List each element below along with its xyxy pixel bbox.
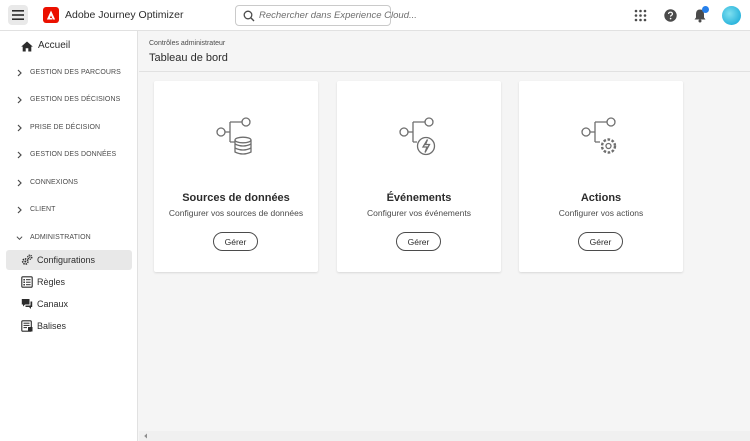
horizontal-scrollbar[interactable]: [139, 431, 750, 441]
sidebar-item-channels[interactable]: Canaux: [6, 294, 132, 314]
events-icon: [399, 117, 436, 156]
notification-badge: [702, 6, 709, 13]
sidebar-section-journeys[interactable]: GESTION DES PARCOURS: [0, 65, 138, 81]
card-actions: Actions Configurer vos actions Gérer: [519, 81, 683, 272]
manage-button[interactable]: Gérer: [396, 232, 441, 251]
card-title: Événements: [386, 192, 452, 204]
chevron-down-icon: [16, 236, 23, 241]
menu-button[interactable]: [8, 5, 28, 25]
card-events: Événements Configurer vos événements Gér…: [337, 81, 501, 272]
search-input[interactable]: Rechercher dans Experience Cloud...: [235, 5, 417, 26]
sidebar-section-label: CLIENT: [30, 206, 56, 213]
manage-button[interactable]: Gérer: [213, 232, 258, 251]
gears-icon: [21, 254, 33, 265]
sidebar-section-label: GESTION DES DONNÉES: [30, 151, 117, 158]
channels-icon: [21, 299, 33, 309]
card-title: Actions: [580, 192, 622, 204]
sidebar-section-label: GESTION DES DÉCISIONS: [30, 96, 121, 103]
card-description: Configurer vos sources de données: [168, 208, 304, 218]
sidebar-item-label: Règles: [37, 277, 66, 287]
sidebar: Accueil GESTION DES PARCOURS GESTION DES…: [0, 31, 138, 441]
tags-list-icon: [21, 320, 33, 332]
sidebar-section-connections[interactable]: CONNEXIONS: [0, 175, 138, 191]
chevron-right-icon: [17, 96, 22, 104]
chevron-right-icon: [17, 69, 22, 77]
avatar[interactable]: [722, 6, 741, 25]
sidebar-item-label: Canaux: [37, 299, 69, 309]
chevron-left-icon[interactable]: [143, 433, 149, 439]
sidebar-section-administration[interactable]: ADMINISTRATION: [0, 230, 138, 246]
sidebar-section-client[interactable]: CLIENT: [0, 202, 138, 218]
search-placeholder: Rechercher dans Experience Cloud...: [259, 10, 417, 21]
sidebar-item-rules[interactable]: Règles: [6, 272, 132, 292]
sidebar-item-label: Balises: [37, 321, 67, 331]
apps-grid-icon[interactable]: [634, 9, 647, 22]
app-title[interactable]: Adobe Journey Optimizer: [65, 9, 183, 21]
manage-button[interactable]: Gérer: [578, 232, 623, 251]
sidebar-section-label: CONNEXIONS: [30, 179, 79, 186]
card-data-sources: Sources de données Configurer vos source…: [154, 81, 318, 272]
sidebar-item-home[interactable]: Accueil: [0, 38, 138, 56]
menu-icon: [12, 10, 24, 20]
sidebar-item-configurations[interactable]: Configurations: [6, 250, 132, 270]
chevron-right-icon: [17, 151, 22, 159]
sidebar-section-data-management[interactable]: GESTION DES DONNÉES: [0, 147, 138, 163]
sidebar-section-label: ADMINISTRATION: [30, 234, 91, 241]
home-icon: [21, 41, 33, 52]
chevron-right-icon: [17, 206, 22, 214]
sidebar-section-label: PRISE DE DÉCISION: [30, 124, 101, 131]
divider: [139, 71, 750, 72]
card-description: Configurer vos événements: [367, 208, 471, 218]
search-icon: [243, 10, 255, 22]
sidebar-section-decisioning[interactable]: PRISE DE DÉCISION: [0, 120, 138, 136]
sidebar-item-label: Accueil: [38, 40, 71, 51]
sidebar-item-label: Configurations: [37, 255, 96, 265]
card-title: Sources de données: [182, 192, 290, 204]
chevron-right-icon: [17, 124, 22, 132]
data-sources-icon: [216, 117, 252, 155]
sidebar-section-label: GESTION DES PARCOURS: [30, 69, 121, 76]
rules-list-icon: [21, 276, 33, 288]
help-icon[interactable]: [664, 9, 677, 22]
chevron-right-icon: [17, 179, 22, 187]
page-title: Tableau de bord: [149, 52, 228, 64]
actions-icon: [581, 117, 617, 154]
adobe-logo[interactable]: [43, 7, 59, 23]
breadcrumb[interactable]: Contrôles administrateur: [149, 40, 225, 47]
sidebar-section-decision-management[interactable]: GESTION DES DÉCISIONS: [0, 92, 138, 108]
sidebar-item-tags[interactable]: Balises: [6, 316, 132, 336]
card-description: Configurer vos actions: [558, 208, 644, 218]
top-bar: Adobe Journey Optimizer Rechercher dans …: [0, 0, 750, 31]
